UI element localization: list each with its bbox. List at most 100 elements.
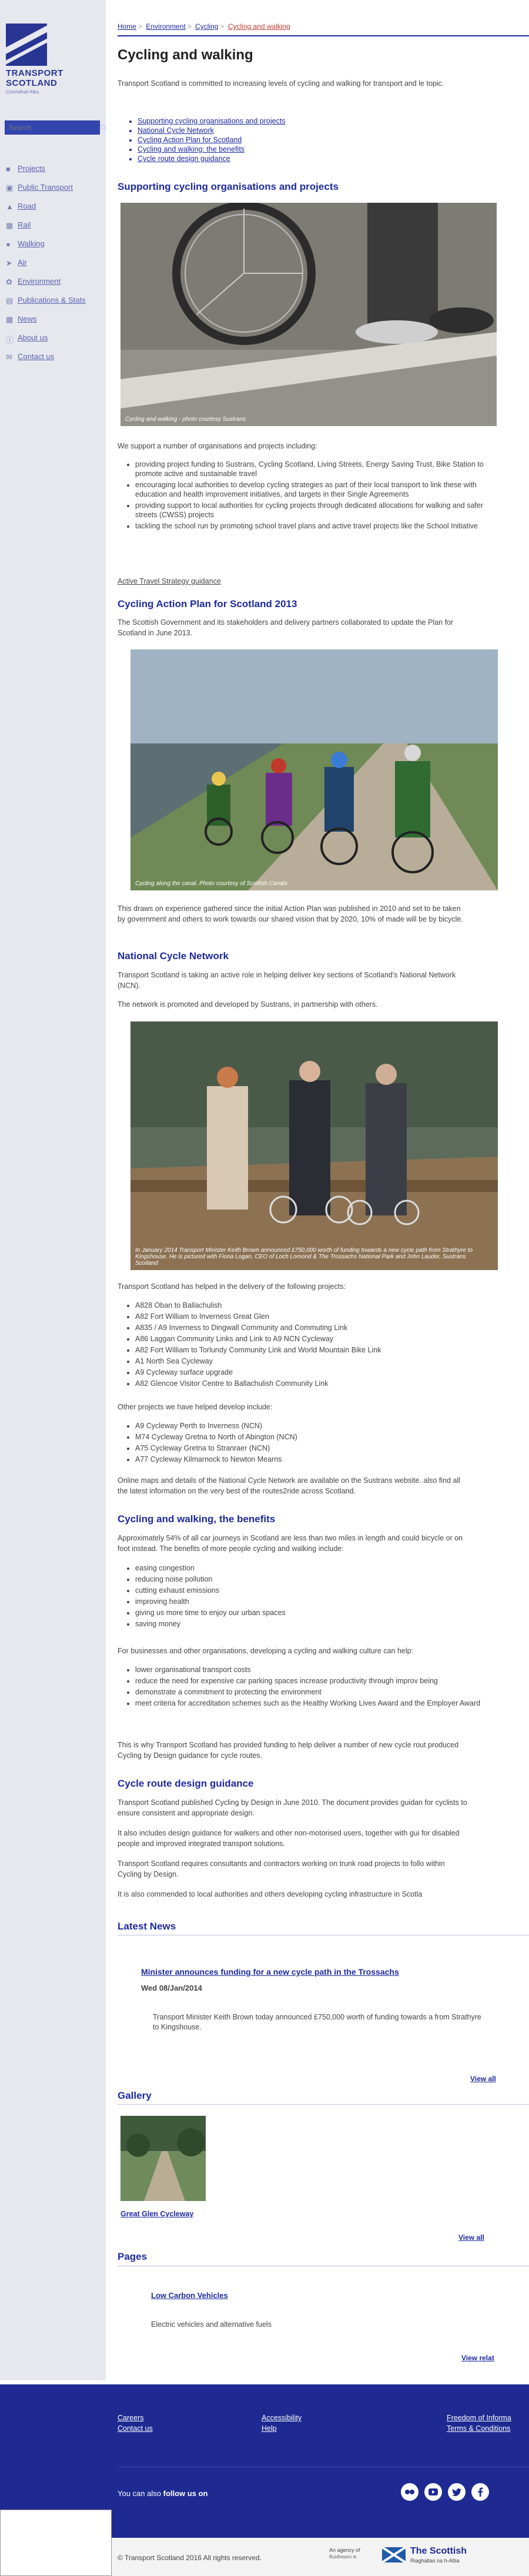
gallery-thumbnail[interactable] [120, 2116, 206, 2201]
pages-view-related-link[interactable]: View relat [461, 2354, 494, 2362]
copyright-text: © Transport Scotland 2016 All rights res… [118, 2554, 262, 2562]
twitter-icon[interactable] [448, 2483, 466, 2501]
footer-link-accessibility[interactable]: Accessibility [262, 2414, 302, 2422]
page-title: Cycling and walking [118, 47, 253, 63]
list-item: saving money [135, 1619, 494, 1629]
toc-link[interactable]: Cycling and walking: the benefits [138, 145, 286, 154]
search-icon[interactable] [100, 121, 107, 134]
list-item: A75 Cycleway Gretna to Stranraer (NCN) [135, 1443, 494, 1453]
list-item: M74 Cycleway Gretna to North of Abington… [135, 1432, 494, 1442]
s1-paragraph: We support a number of organisations and… [118, 442, 317, 450]
news-icon: ▩ [6, 315, 14, 324]
nav-item-publications[interactable]: ▤ Publications & Stats [6, 290, 86, 309]
agency-name: The Scottish [410, 2546, 467, 2556]
search-box [5, 120, 107, 135]
s1-bullet-list: providing project funding to Sustrans, C… [135, 460, 494, 532]
scottish-government-agency-logo[interactable]: An agency of Buidheann le The Scottish R… [329, 2545, 529, 2568]
footer-link-help[interactable]: Help [262, 2424, 277, 2433]
gallery-view-all-link[interactable]: View all [458, 2233, 484, 2242]
nav-item-news[interactable]: ▩ News [6, 309, 86, 328]
latest-news-heading: Latest News [118, 1921, 176, 1932]
page-link-low-carbon-vehicles[interactable]: Low Carbon Vehicles [151, 2291, 228, 2300]
leaf-icon: ✿ [6, 277, 12, 286]
toc-link[interactable]: Cycle route design guidance [138, 154, 286, 163]
s4-benefits-list: easing congestion reducing noise polluti… [135, 1563, 494, 1630]
section-heading-supporting: Supporting cycling organisations and pro… [118, 181, 339, 192]
search-input[interactable] [5, 121, 100, 134]
page-description: Electric vehicles and alternative fuels [151, 2320, 272, 2329]
divider [118, 2104, 529, 2105]
s3-delivered-projects: A828 Oban to Ballachulish A82 Fort Willi… [135, 1301, 494, 1390]
sidebar: TRANSPORT SCOTLAND Còmhdhail Alba ■Proje… [0, 0, 107, 2380]
footer-link-careers[interactable]: Careers [118, 2414, 143, 2422]
list-item: improving health [135, 1597, 494, 1606]
nav-item-walking[interactable]: ● Walking [6, 234, 86, 253]
road-icon: ▲ [6, 202, 14, 211]
nav-item-public-transport[interactable]: ▣ Public Transport [6, 177, 86, 196]
news-item-link[interactable]: Minister announces funding for a new cyc… [141, 1967, 399, 1977]
nav-item-rail[interactable]: ▦ Rail [6, 215, 86, 234]
photo-caption: In January 2014 Transport Minister Keith… [135, 1247, 473, 1267]
s2-paragraph-2: This draws on experience gathered since … [118, 905, 463, 923]
list-item: reduce the need for expensive car parkin… [135, 1676, 494, 1686]
follow-us-text: You can also follow us on [118, 2489, 208, 2498]
nav-item-air[interactable]: ➤ Air [6, 253, 86, 272]
footer-link-contact-us[interactable]: Contact us [118, 2424, 153, 2433]
active-travel-strategy-link[interactable]: Active Travel Strategy guidance [118, 576, 470, 587]
s4-paragraph-3: This is why Transport Scotland has provi… [118, 1741, 459, 1760]
s5-paragraph-1: Transport Scotland published Cycling by … [118, 1798, 467, 1817]
nav-item-environment[interactable]: ✿ Environment [6, 272, 86, 290]
section-heading-benefits: Cycling and walking, the benefits [118, 1513, 276, 1525]
nav-item-about-us[interactable]: ⓘ About us [6, 328, 86, 347]
breadcrumb-environment[interactable]: Environment [146, 22, 185, 31]
logo-subtitle: Còmhdhail Alba [6, 89, 39, 95]
s5-paragraph-4: It is also commended to local authoritie… [118, 1890, 423, 1898]
contact-icon: ✉ [6, 353, 12, 361]
transport-scotland-logo[interactable]: TRANSPORT SCOTLAND Còmhdhail Alba [6, 24, 94, 95]
breadcrumb-home[interactable]: Home [118, 22, 136, 31]
s3-paragraph-4: Other projects we have helped develop in… [118, 1403, 273, 1411]
list-item: A77 Cycleway Kilmarnock to Newton Mearns [135, 1455, 494, 1464]
gallery-caption-link[interactable]: Great Glen Cycleway [120, 2210, 193, 2218]
nav-item-road[interactable]: ▲ Road [6, 196, 86, 215]
breadcrumb-divider [118, 35, 529, 36]
breadcrumb: Home > Environment > Cycling > Cycling and … [118, 22, 290, 31]
logo-mark-icon [6, 24, 47, 66]
toc-link[interactable]: Supporting cycling organisations and pro… [138, 116, 286, 126]
flickr-icon[interactable] [401, 2483, 418, 2501]
nav-item-projects[interactable]: ■ Projects [6, 159, 86, 177]
s3-paragraph-3: Transport Scotland has helped in the del… [118, 1282, 346, 1291]
list-item: A9 Cycleway surface upgrade [135, 1368, 494, 1377]
facebook-icon[interactable] [471, 2483, 489, 2501]
toc-link[interactable]: Cycling Action Plan for Scotland [138, 135, 286, 145]
info-icon: ⓘ [6, 336, 14, 344]
news-date: Wed 08/Jan/2014 [141, 1984, 202, 1992]
breadcrumb-current[interactable]: Cycling and walking [228, 22, 290, 31]
youtube-icon[interactable] [424, 2483, 442, 2501]
list-item: lower organisational transport costs [135, 1665, 494, 1674]
list-item: A82 Fort William to Torlundy Community L… [135, 1345, 494, 1355]
breadcrumb-cycling[interactable]: Cycling [195, 22, 218, 31]
logo-line-1: TRANSPORT [6, 68, 63, 78]
news-view-all-link[interactable]: View all [470, 2075, 496, 2083]
list-item: providing support to local authorities f… [135, 501, 494, 520]
footer-link-terms[interactable]: Terms & Conditions [447, 2424, 510, 2433]
s4-business-list: lower organisational transport costs red… [135, 1665, 494, 1710]
toc-link[interactable]: National Cycle Network [138, 126, 286, 135]
list-item: reducing noise pollution [135, 1575, 494, 1584]
section-heading-ncn: National Cycle Network [118, 950, 229, 962]
list-item: A86 Laggan Community Links and Link to A… [135, 1334, 494, 1344]
s3-paragraph-1: Transport Scotland is taking an active r… [118, 971, 456, 990]
list-item: cutting exhaust emissions [135, 1586, 494, 1595]
photo-minister-announcement: In January 2014 Transport Minister Keith… [130, 1021, 498, 1270]
photo-cycling-walking: Cycling and walking - photo courtesy Sus… [120, 203, 497, 426]
list-item: providing project funding to Sustrans, C… [135, 460, 494, 478]
nav-item-contact-us[interactable]: ✉ Contact us [6, 347, 86, 366]
list-item: easing congestion [135, 1563, 494, 1573]
rail-icon: ▦ [6, 221, 14, 230]
photo-caption: Cycling and walking - photo courtesy Sus… [125, 416, 246, 423]
footer-link-foi[interactable]: Freedom of Informa [447, 2414, 511, 2422]
list-item: A9 Cycleway Perth to Inverness (NCN) [135, 1421, 494, 1431]
plane-icon: ➤ [6, 259, 12, 267]
list-item: giving us more time to enjoy our urban s… [135, 1608, 494, 1617]
